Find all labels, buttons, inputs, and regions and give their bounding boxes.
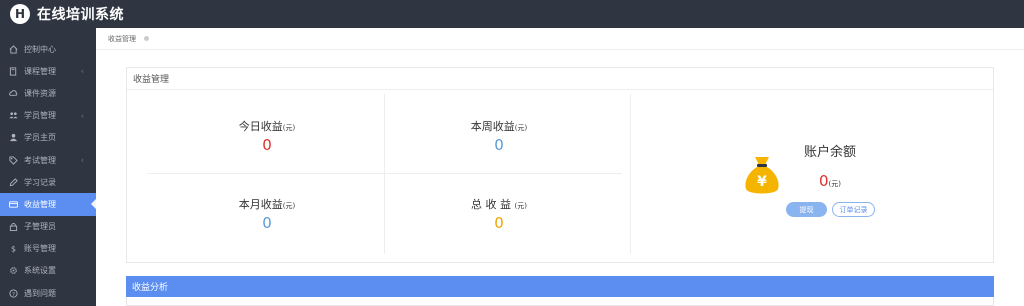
sidebar-item[interactable]: 控制中心 (0, 38, 96, 60)
svg-text:$: $ (10, 244, 15, 253)
lock-icon (8, 222, 18, 232)
week-income-label: 本周收益 (470, 120, 515, 133)
divider (147, 173, 622, 174)
cloud-icon (8, 88, 18, 98)
sidebar-item[interactable]: 学员主页 (0, 127, 96, 149)
sidebar-item-label: 子管理员 (24, 222, 56, 232)
breadcrumb-current[interactable]: 收益管理 (108, 34, 136, 44)
sidebar-item[interactable]: 子管理员 (0, 216, 96, 238)
panel-title: 收益管理 (127, 68, 993, 90)
sidebar-item-label: 学员管理 (24, 111, 56, 121)
analysis-body (126, 297, 994, 306)
balance-title: 账户余额 (804, 145, 857, 160)
breadcrumb-close-dot[interactable] (144, 36, 149, 41)
week-income: 本周收益(元) 0 (399, 118, 599, 154)
chevron-left-icon: ‹ (80, 111, 84, 121)
chevron-left-icon: ‹ (80, 155, 84, 165)
order-records-button[interactable]: 订单记录 (832, 202, 875, 217)
week-income-unit: (元) (514, 124, 528, 132)
sidebar-item[interactable]: 系统设置 (0, 260, 96, 282)
sidebar-item[interactable]: 课件资源 (0, 82, 96, 104)
app-logo: H (10, 4, 30, 24)
sidebar-item-label: 控制中心 (24, 44, 56, 54)
income-panel: 收益管理 今日收益(元) 0 本周收益(元) 0 本月收益(元) 0 总 收 益… (126, 67, 994, 263)
month-income-value: 0 (262, 214, 272, 232)
sidebar-item-label: 学员主页 (24, 133, 56, 143)
today-income-label: 今日收益 (238, 120, 283, 133)
sidebar-item[interactable]: 学员管理 ‹ (0, 105, 96, 127)
today-income-unit: (元) (282, 124, 296, 132)
sidebar-item-label: 学习记录 (24, 177, 56, 187)
sidebar-item-label: 遇到问题 (24, 288, 56, 298)
divider (384, 94, 385, 254)
breadcrumb: 收益管理 (96, 28, 1024, 50)
total-income: 总 收 益 (元) 0 (399, 196, 599, 232)
top-bar: H 在线培训系统 (0, 0, 1024, 28)
sidebar-item-label: 课程管理 (24, 66, 56, 76)
sidebar-item-label: 课件资源 (24, 88, 56, 98)
total-income-unit: (元) (514, 202, 527, 210)
edit-icon (8, 177, 18, 187)
app-title: 在线培训系统 (37, 7, 124, 23)
withdraw-button[interactable]: 提现 (786, 202, 827, 217)
users-icon (8, 111, 18, 121)
sidebar-item[interactable]: $ 账号管理 (0, 238, 96, 260)
sidebar-item-label: 账号管理 (24, 244, 56, 254)
svg-text:?: ? (12, 291, 15, 297)
tag-icon (8, 155, 18, 165)
currency-symbol: ¥ (757, 174, 767, 190)
week-income-value: 0 (494, 136, 504, 154)
sidebar-item-label: 收益管理 (24, 199, 56, 209)
total-income-label: 总 收 益 (471, 198, 512, 211)
total-income-value: 0 (494, 214, 504, 232)
sidebar-item-label: 系统设置 (24, 266, 56, 276)
book-icon (8, 66, 18, 76)
sidebar: 控制中心课程管理 ‹ 课件资源学员管理 ‹ 学员主页考试管理 ‹ 学习记录收益管理子管理员 $… (0, 28, 96, 306)
sidebar-item[interactable]: 收益管理 (0, 193, 96, 216)
month-income-label: 本月收益 (238, 198, 283, 211)
user-icon (8, 133, 18, 143)
chevron-left-icon: ‹ (80, 66, 84, 76)
analysis-header: 收益分析 (126, 276, 994, 297)
month-income-unit: (元) (282, 202, 296, 210)
sidebar-item[interactable]: 学习记录 (0, 171, 96, 193)
sidebar-item[interactable]: 课程管理 ‹ (0, 60, 96, 82)
card-icon (8, 199, 18, 209)
home-icon (8, 44, 18, 54)
money-bag-icon: ¥ (745, 157, 779, 194)
dollar-icon: $ (8, 244, 18, 254)
question-icon: ? (8, 288, 18, 298)
main-content: 收益管理 收益管理 今日收益(元) 0 本周收益(元) 0 本月收益(元) 0 … (96, 28, 1024, 306)
sidebar-item-label: 考试管理 (24, 155, 56, 165)
divider (630, 94, 631, 254)
gear-icon (8, 266, 18, 276)
balance-unit: (元) (828, 180, 842, 188)
month-income: 本月收益(元) 0 (167, 196, 367, 232)
today-income-value: 0 (262, 136, 272, 154)
sidebar-item[interactable]: ? 遇到问题 (0, 282, 96, 304)
balance-value: 0 (819, 172, 829, 190)
today-income: 今日收益(元) 0 (167, 118, 367, 154)
balance-value-wrap: 0(元) (819, 172, 841, 190)
sidebar-item[interactable]: 考试管理 ‹ (0, 149, 96, 171)
